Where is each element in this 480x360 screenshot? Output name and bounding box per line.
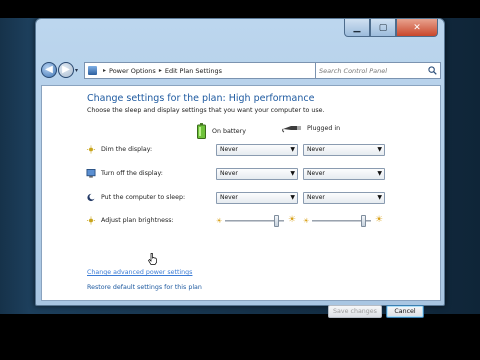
column-label-battery: On battery: [212, 127, 246, 135]
slider-thumb[interactable]: [360, 215, 366, 227]
setting-label-sleep: Put the computer to sleep:: [101, 194, 186, 201]
dim-battery-select[interactable]: Never ▼: [216, 144, 298, 156]
navigation-bar: ◀ ▶ ▾ ▸ Power Options ▸ Edit Plan Settin…: [41, 61, 441, 81]
advanced-settings-link[interactable]: Change advanced power settings: [87, 269, 192, 276]
chevron-down-icon: ▼: [290, 194, 295, 201]
sleep-plugged-select[interactable]: Never ▼: [303, 192, 385, 204]
setting-label-dim: Dim the display:: [101, 146, 153, 153]
slider-thumb[interactable]: [273, 215, 279, 227]
hand-cursor-icon: [148, 253, 157, 265]
search-placeholder: Search Control Panel: [319, 66, 388, 75]
recent-pages-dropdown[interactable]: ▾: [75, 67, 78, 74]
dim-sun-icon: ☀: [303, 217, 310, 225]
select-value: Never: [220, 146, 238, 153]
save-changes-button[interactable]: Save changes: [328, 305, 382, 318]
column-header-plugged: Plugged in: [282, 123, 340, 133]
chevron-down-icon: ▼: [377, 194, 382, 201]
bright-sun-icon: ☀: [374, 215, 383, 225]
select-value: Never: [307, 170, 325, 177]
chevron-down-icon: ▼: [290, 170, 295, 177]
caption-buttons: ▁ ▢ ✕: [344, 19, 438, 37]
setting-label-display-off: Turn off the display:: [101, 170, 163, 177]
monitor-icon: [86, 169, 96, 178]
search-icon[interactable]: [428, 66, 437, 75]
select-value: Never: [307, 146, 325, 153]
dim-display-icon: [86, 145, 96, 154]
display-off-battery-select[interactable]: Never ▼: [216, 168, 298, 180]
back-button[interactable]: ◀: [41, 62, 57, 78]
display-off-plugged-select[interactable]: Never ▼: [303, 168, 385, 180]
column-header-battery: On battery: [197, 123, 246, 139]
dim-plugged-select[interactable]: Never ▼: [303, 144, 385, 156]
forward-button[interactable]: ▶: [58, 62, 74, 78]
screen: ▁ ▢ ✕ ◀ ▶ ▾ ▸ Power Options ▸ Edit Plan …: [0, 0, 480, 360]
close-button[interactable]: ✕: [396, 19, 438, 37]
brightness-plugged-slider[interactable]: ☀ ☀: [303, 215, 383, 227]
chevron-down-icon: ▼: [377, 146, 382, 153]
page-title: Change settings for the plan: High perfo…: [87, 93, 315, 104]
setting-label-brightness: Adjust plan brightness:: [101, 217, 174, 224]
content-pane: Change settings for the plan: High perfo…: [41, 85, 441, 301]
bright-sun-icon: ☀: [287, 215, 296, 225]
select-value: Never: [220, 170, 238, 177]
brightness-battery-slider[interactable]: ☀ ☀: [216, 215, 296, 227]
sleep-battery-select[interactable]: Never ▼: [216, 192, 298, 204]
select-value: Never: [220, 194, 238, 201]
maximize-button[interactable]: ▢: [370, 19, 396, 37]
control-panel-window: ▁ ▢ ✕ ◀ ▶ ▾ ▸ Power Options ▸ Edit Plan …: [35, 18, 445, 318]
page-subtitle: Choose the sleep and display settings th…: [87, 107, 325, 114]
chevron-down-icon: ▼: [377, 170, 382, 177]
chevron-down-icon: ▼: [290, 146, 295, 153]
chevron-right-icon[interactable]: ▸: [103, 67, 106, 74]
search-input[interactable]: Search Control Panel: [315, 62, 441, 79]
select-value: Never: [307, 194, 325, 201]
breadcrumb-power-options[interactable]: Power Options: [109, 67, 156, 75]
column-label-plugged: Plugged in: [307, 124, 341, 132]
breadcrumb-edit-plan-settings[interactable]: Edit Plan Settings: [165, 67, 222, 75]
chevron-right-icon[interactable]: ▸: [159, 67, 162, 74]
restore-defaults-link[interactable]: Restore default settings for this plan: [87, 284, 202, 291]
address-bar[interactable]: ▸ Power Options ▸ Edit Plan Settings ▾: [84, 62, 344, 79]
control-panel-icon: [88, 66, 97, 75]
dim-sun-icon: ☀: [216, 217, 223, 225]
cancel-button[interactable]: Cancel: [386, 305, 424, 318]
brightness-icon: [86, 216, 96, 225]
minimize-button[interactable]: ▁: [344, 19, 370, 37]
battery-icon: [197, 123, 206, 139]
power-plug-icon: [282, 126, 301, 133]
sleep-moon-icon: [87, 193, 96, 202]
